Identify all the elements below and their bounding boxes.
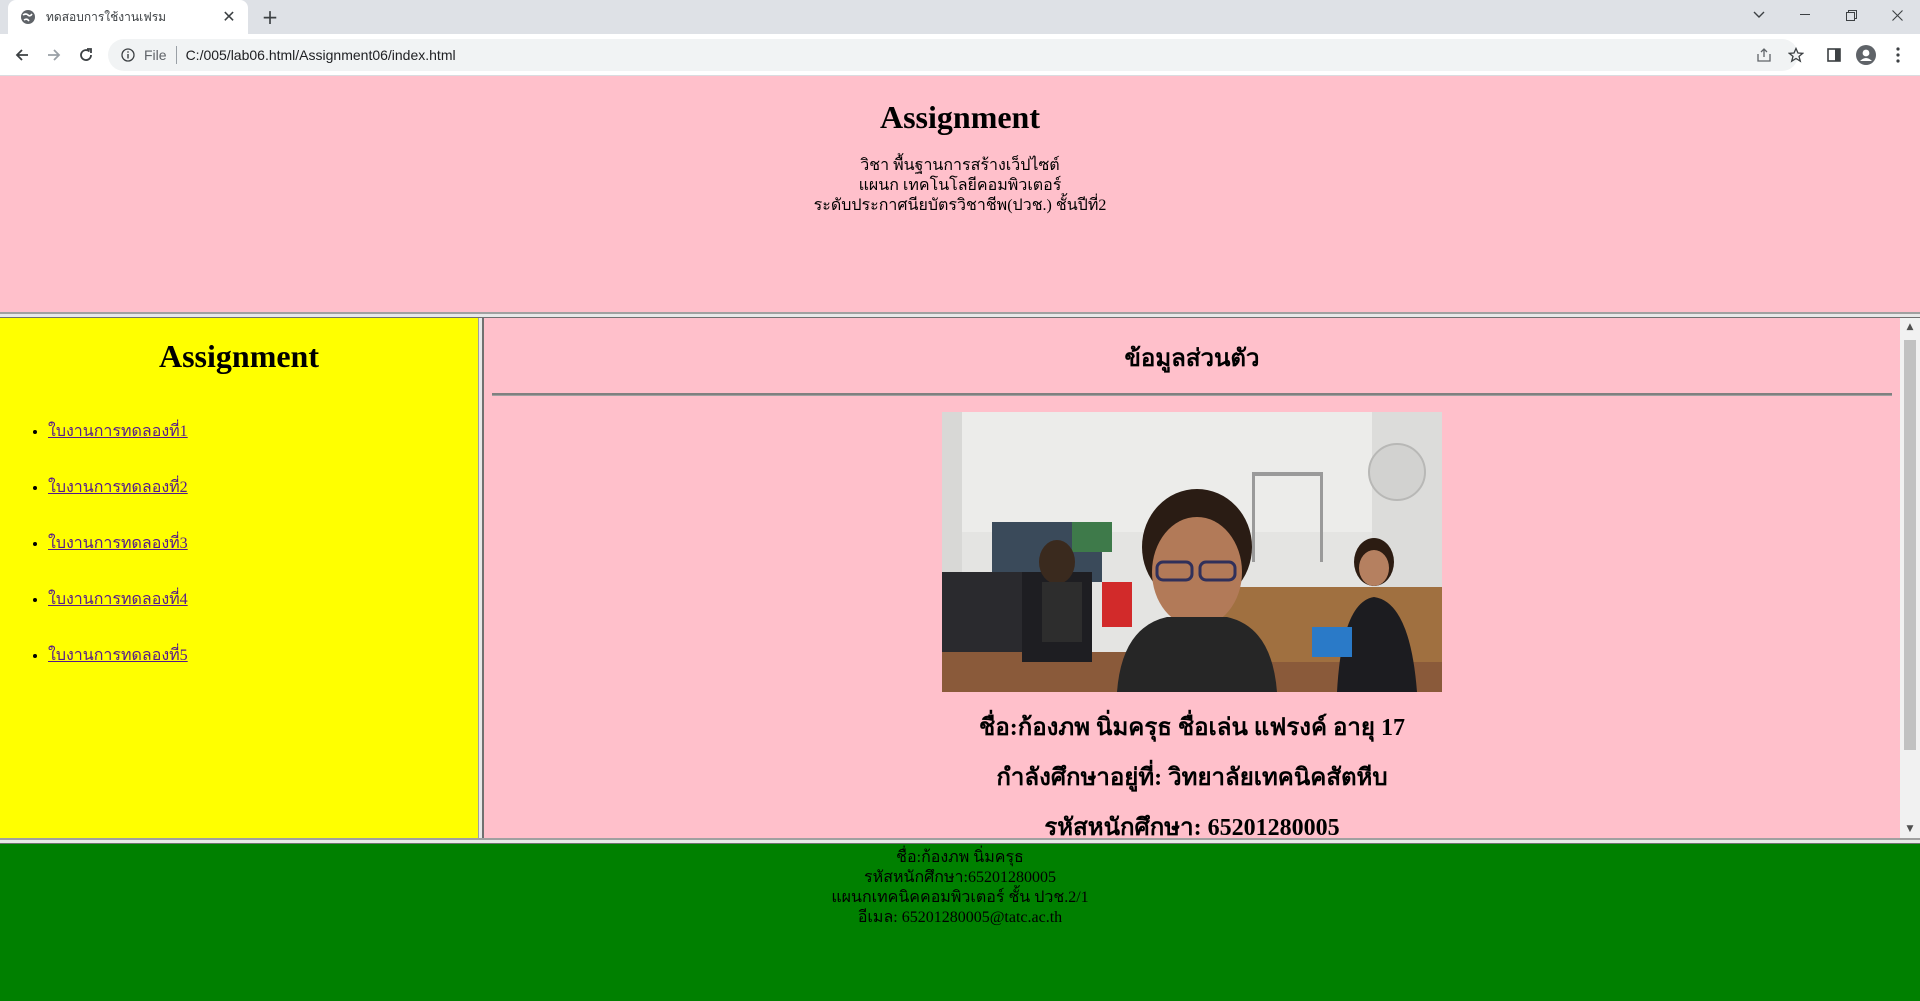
content-scrollbar[interactable]: ▲ ▼ (1900, 318, 1920, 838)
header-frame: Assignment วิชา พื้นฐานการสร้างเว็ปไซต์ … (0, 76, 1920, 312)
student-id-line: รหัสหนักศึกษา: 65201280005 (1044, 815, 1340, 838)
close-window-icon[interactable] (1874, 0, 1920, 30)
footer-email-line: อีเมล: 65201280005@tatc.ac.th (857, 909, 1063, 926)
student-photo-image (942, 412, 1442, 692)
plus-icon[interactable]: + (258, 5, 282, 29)
page-viewport: Assignment วิชา พื้นฐานการสร้างเว็ปไซต์ … (0, 76, 1920, 1001)
content-divider (492, 393, 1892, 396)
header-subtitle: วิชา พื้นฐานการสร้างเว็ปไซต์ แผนก เทคโนโ… (0, 156, 1920, 216)
sidebar-frame: Assignment ใบงานการทดลองที่1 ใบงานการทดล… (0, 318, 478, 838)
browser-toolbar: File C:/005/lab06.html/Assignment06/inde… (0, 34, 1920, 76)
chevron-down-icon[interactable] (1736, 0, 1782, 30)
profile-icon[interactable] (1854, 43, 1878, 67)
forward-icon[interactable] (42, 43, 66, 67)
sidebar-link-assignment-5[interactable]: ใบงานการทดลองที่5 (48, 647, 188, 664)
minimize-icon[interactable] (1782, 0, 1828, 30)
header-department-line: แผนก เทคโนโลยีคอมพิวเตอร์ (858, 177, 1062, 195)
browser-tab[interactable]: ทดสอบการใช้งานเฟรม ✕ (8, 0, 248, 34)
scroll-down-icon[interactable]: ▼ (1900, 820, 1920, 838)
tab-title: ทดสอบการใช้งานเฟรม (46, 9, 167, 24)
student-school-line: กำลังศึกษาอยู่ที่: วิทยาลัยเทคนิคสัตหีบ (996, 765, 1388, 791)
reload-icon[interactable] (74, 43, 98, 67)
footer-info: ชื่อ:ก้องภพ นิ่มครุธ รหัสหนักศึกษา:65201… (0, 844, 1920, 928)
sidebar-link-list: ใบงานการทดลองที่1 ใบงานการทดลองที่2 ใบงา… (0, 421, 478, 666)
star-icon[interactable] (1784, 39, 1808, 71)
footer-name-line: ชื่อ:ก้องภพ นิ่มครุธ (896, 849, 1024, 866)
close-icon[interactable]: ✕ (220, 8, 238, 26)
sidebar-link-assignment-4[interactable]: ใบงานการทดลองที่4 (48, 591, 188, 608)
student-name-line: ชื่อ:ก้องภพ นิ่มครุธ ชื่อเล่น แฟรงค์ อาย… (979, 715, 1405, 741)
scrollbar-thumb[interactable] (1904, 340, 1916, 750)
footer-id-line: รหัสหนักศึกษา:65201280005 (864, 869, 1056, 886)
header-level-line: ระดับประกาศนียบัตรวิชาชีพ(ปวช.) ชั้นปีที… (813, 197, 1107, 215)
address-url[interactable]: C:/005/lab06.html/Assignment06/index.htm… (186, 47, 456, 63)
sidebar-link-assignment-3[interactable]: ใบงานการทดลองที่3 (48, 535, 188, 552)
tab-strip: ทดสอบการใช้งานเฟรม ✕ + (0, 0, 1920, 34)
scroll-up-icon[interactable]: ▲ (1900, 318, 1920, 336)
address-separator (175, 46, 177, 64)
sidepanel-icon[interactable] (1822, 43, 1846, 67)
sidebar-link-assignment-2[interactable]: ใบงานการทดลองที่2 (48, 479, 188, 496)
content-heading: ข้อมูลส่วนตัว (1124, 346, 1260, 372)
list-item: ใบงานการทดลองที่2 (48, 477, 478, 498)
info-icon[interactable] (120, 47, 136, 63)
footer-department-line: แผนกเทคนิคคอมพิวเตอร์ ชั้น ปวช.2/1 (831, 889, 1089, 906)
sidebar-link-assignment-1[interactable]: ใบงานการทดลองที่1 (48, 423, 188, 440)
list-item: ใบงานการทดลองที่4 (48, 589, 478, 610)
restore-icon[interactable] (1828, 0, 1874, 30)
header-subject-line: วิชา พื้นฐานการสร้างเว็ปไซต์ (860, 157, 1060, 175)
sidebar-title: Assignment (158, 338, 319, 374)
footer-frame: ชื่อ:ก้องภพ นิ่มครุธ รหัสหนักศึกษา:65201… (0, 844, 1920, 1001)
share-icon[interactable] (1752, 39, 1776, 71)
address-scheme: File (144, 47, 167, 63)
list-item: ใบงานการทดลองที่3 (48, 533, 478, 554)
list-item: ใบงานการทดลองที่5 (48, 645, 478, 666)
header-title: Assignment (879, 99, 1040, 135)
globe-icon (20, 9, 36, 25)
list-item: ใบงานการทดลองที่1 (48, 421, 478, 442)
student-photo (942, 412, 1442, 692)
content-frame: ข้อมูลส่วนตัว ชื่อ:ก้องภพ นิ่มครุธ ชื่อเ… (484, 318, 1900, 838)
address-bar[interactable]: File C:/005/lab06.html/Assignment06/inde… (108, 39, 1804, 71)
menu-icon[interactable] (1886, 43, 1910, 67)
back-icon[interactable] (10, 43, 34, 67)
